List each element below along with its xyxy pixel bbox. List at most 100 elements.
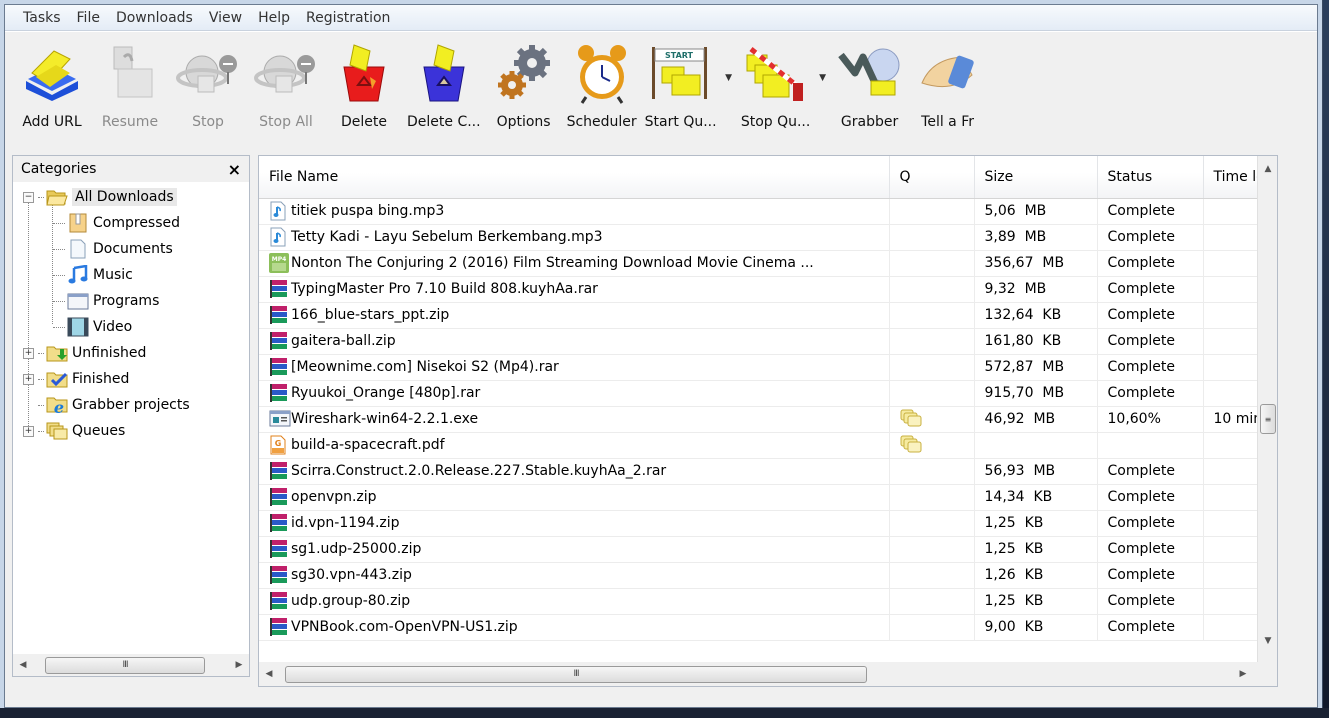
grabber-button[interactable]: Grabber (831, 38, 909, 146)
table-row[interactable]: Wireshark-win64-2.2.1.exe 46,92 MB 10,60% 1… (259, 406, 1273, 433)
stop-queue-icon (741, 38, 811, 108)
queue-cell (889, 198, 975, 225)
categories-hscrollbar[interactable]: ◀ III ▶ (13, 654, 249, 676)
table-row[interactable]: 166_blue-stars_ppt.zip 132,64 KB Complete (259, 302, 1273, 329)
scroll-up-arrow[interactable]: ▲ (1258, 164, 1277, 174)
scheduler-button[interactable]: Scheduler (563, 38, 641, 146)
category-finished[interactable]: + Finished (13, 366, 249, 392)
table-row[interactable]: gaitera-ball.zip 161,80 KB Complete (259, 328, 1273, 355)
menu-registration[interactable]: Registration (298, 5, 398, 31)
tree-line (53, 248, 65, 250)
tree-line (38, 404, 44, 406)
stop-queue-label: Stop Qu... (740, 114, 811, 130)
file-name-cell: TypingMaster Pro 7.10 Build 808.kuyhAa.r… (259, 276, 890, 303)
category-label: Unfinished (72, 345, 147, 361)
stop-queue-button[interactable]: Stop Qu... (737, 38, 815, 146)
tree-line (53, 274, 65, 276)
toolbar: Add URL Resume Stop Stop All Delete Delete C.… (5, 31, 1317, 151)
options-button[interactable]: Options (485, 38, 563, 146)
size-cell: 3,89 MB (974, 224, 1098, 251)
svg-text:MP4: MP4 (272, 256, 287, 263)
resume-button[interactable]: Resume (91, 38, 169, 146)
scroll-thumb[interactable]: III (45, 656, 205, 674)
category-documents[interactable]: Documents (13, 236, 249, 262)
rar-file-icon (269, 461, 289, 481)
category-grabber-projects[interactable]: e Grabber projects (13, 392, 249, 418)
add-url-button[interactable]: Add URL (13, 38, 91, 146)
music-note-icon (67, 265, 89, 285)
table-row[interactable]: Ryuukoi_Orange [480p].rar 915,70 MB Comple… (259, 380, 1273, 407)
add-url-icon (17, 38, 87, 108)
table-row[interactable]: titiek puspa bing.mp3 5,06 MB Complete (259, 198, 1273, 225)
folder-download-icon (46, 343, 68, 363)
column-header-size[interactable]: Size (974, 156, 1098, 199)
size-cell: 56,93 MB (974, 458, 1098, 485)
menu-downloads[interactable]: Downloads (108, 5, 201, 31)
start-queue-button[interactable]: START Start Qu... (641, 38, 721, 146)
list-vscrollbar[interactable]: ▲ ≡ ▼ (1257, 156, 1277, 666)
status-cell: Complete (1097, 224, 1204, 251)
expand-icon[interactable]: + (23, 373, 34, 385)
table-row[interactable]: Gbuild-a-spacecraft.pdf (259, 432, 1273, 459)
rar-file-icon (269, 383, 289, 403)
table-row[interactable]: sg1.udp-25000.zip 1,25 KB Complete (259, 536, 1273, 563)
table-row[interactable]: sg30.vpn-443.zip 1,26 KB Complete (259, 562, 1273, 589)
column-header-file-name[interactable]: File Name (259, 156, 890, 199)
category-programs[interactable]: Programs (13, 288, 249, 314)
scroll-left-arrow[interactable]: ◀ (13, 660, 33, 670)
scroll-right-arrow[interactable]: ▶ (229, 660, 249, 670)
scroll-thumb[interactable]: ≡ (1260, 404, 1276, 434)
stop-queue-dropdown-arrow[interactable]: ▼ (815, 38, 831, 118)
category-unfinished[interactable]: + Unfinished (13, 340, 249, 366)
rar-file-icon (269, 617, 289, 637)
category-video[interactable]: Video (13, 314, 249, 340)
menu-tasks[interactable]: Tasks (15, 5, 69, 31)
list-hscrollbar[interactable]: ◀ III ▶ (259, 662, 1277, 686)
collapse-icon[interactable]: − (23, 191, 34, 203)
category-queues[interactable]: + Queues (13, 418, 249, 444)
column-header-queue[interactable]: Q (889, 156, 975, 199)
tell-a-friend-button[interactable]: Tell a Fr (909, 38, 987, 146)
scroll-thumb[interactable]: III (285, 665, 867, 683)
scroll-left-arrow[interactable]: ◀ (259, 669, 279, 679)
delete-label: Delete (341, 114, 387, 130)
table-row[interactable]: MP4 Nonton The Conjuring 2 (2016) Film St… (259, 250, 1273, 277)
rar-file-icon (269, 305, 289, 325)
table-row[interactable]: id.vpn-1194.zip 1,25 KB Complete (259, 510, 1273, 537)
column-header-status[interactable]: Status (1097, 156, 1204, 199)
close-icon[interactable]: × (228, 160, 241, 179)
menu-help[interactable]: Help (250, 5, 298, 31)
tree-line (38, 430, 44, 432)
table-row[interactable]: [Meownime.com] Nisekoi S2 (Mp4).rar 572,8… (259, 354, 1273, 381)
category-all-downloads[interactable]: − All Downloads (13, 184, 249, 210)
stop-icon (173, 38, 243, 108)
table-row[interactable]: udp.group-80.zip 1,25 KB Complete (259, 588, 1273, 615)
menu-view[interactable]: View (201, 5, 250, 31)
category-compressed[interactable]: Compressed (13, 210, 249, 236)
menu-file[interactable]: File (69, 5, 108, 31)
stop-all-button[interactable]: Stop All (247, 38, 325, 146)
resume-label: Resume (101, 114, 159, 130)
expand-icon[interactable]: + (23, 425, 34, 437)
add-url-label: Add URL (22, 114, 82, 130)
expand-icon[interactable]: + (23, 347, 34, 359)
table-row[interactable]: Scirra.Construct.2.0.Release.227.Stable.… (259, 458, 1273, 485)
tree-line (38, 196, 44, 198)
scroll-down-arrow[interactable]: ▼ (1258, 636, 1277, 646)
file-name-cell: Scirra.Construct.2.0.Release.227.Stable.… (259, 458, 890, 485)
delete-button[interactable]: Delete (325, 38, 403, 146)
stop-button[interactable]: Stop (169, 38, 247, 146)
table-row[interactable]: TypingMaster Pro 7.10 Build 808.kuyhAa.r… (259, 276, 1273, 303)
table-row[interactable]: VPNBook.com-OpenVPN-US1.zip 9,00 KB Comple… (259, 614, 1273, 641)
categories-header: Categories × (13, 156, 249, 182)
table-row[interactable]: Tetty Kadi - Layu Sebelum Berkembang.mp3… (259, 224, 1273, 251)
size-cell: 14,34 KB (974, 484, 1098, 511)
scroll-right-arrow[interactable]: ▶ (1233, 669, 1253, 679)
delete-completed-button[interactable]: Delete C... (403, 38, 485, 146)
file-name-cell: gaitera-ball.zip (259, 328, 890, 355)
queue-cell (889, 354, 975, 381)
category-music[interactable]: Music (13, 262, 249, 288)
category-label: Music (93, 267, 133, 283)
start-queue-dropdown-arrow[interactable]: ▼ (721, 38, 737, 118)
table-row[interactable]: openvpn.zip 14,34 KB Complete (259, 484, 1273, 511)
